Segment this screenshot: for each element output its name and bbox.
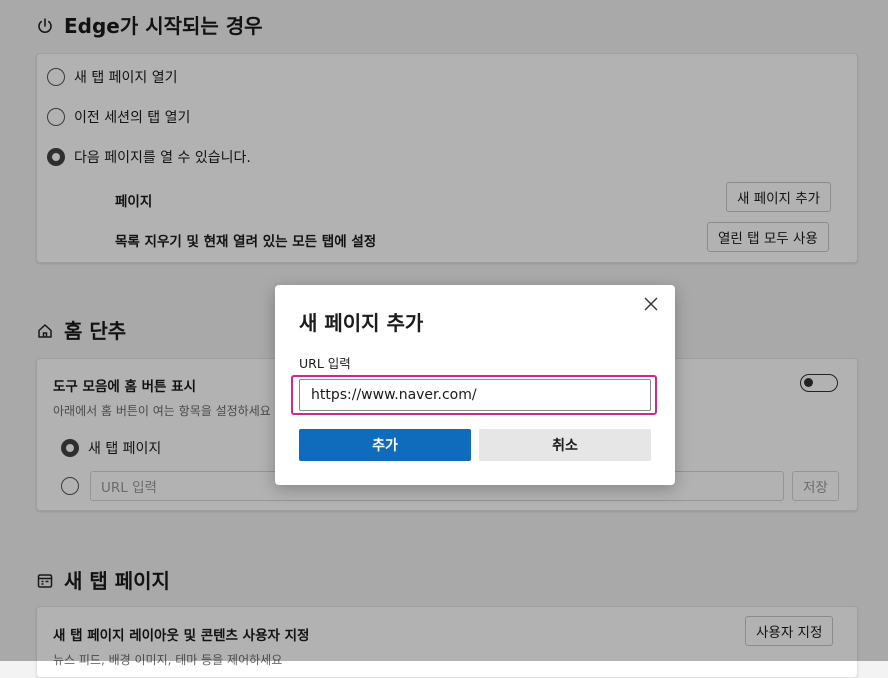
close-button[interactable] <box>639 293 663 317</box>
add-page-dialog: 새 페이지 추가 URL 입력 추가 취소 <box>275 285 675 485</box>
add-button[interactable]: 추가 <box>299 429 471 461</box>
cancel-button[interactable]: 취소 <box>479 429 651 461</box>
url-input[interactable] <box>299 379 651 411</box>
url-field-label: URL 입력 <box>299 356 351 371</box>
close-icon <box>644 296 658 315</box>
dialog-title: 새 페이지 추가 <box>299 311 424 335</box>
